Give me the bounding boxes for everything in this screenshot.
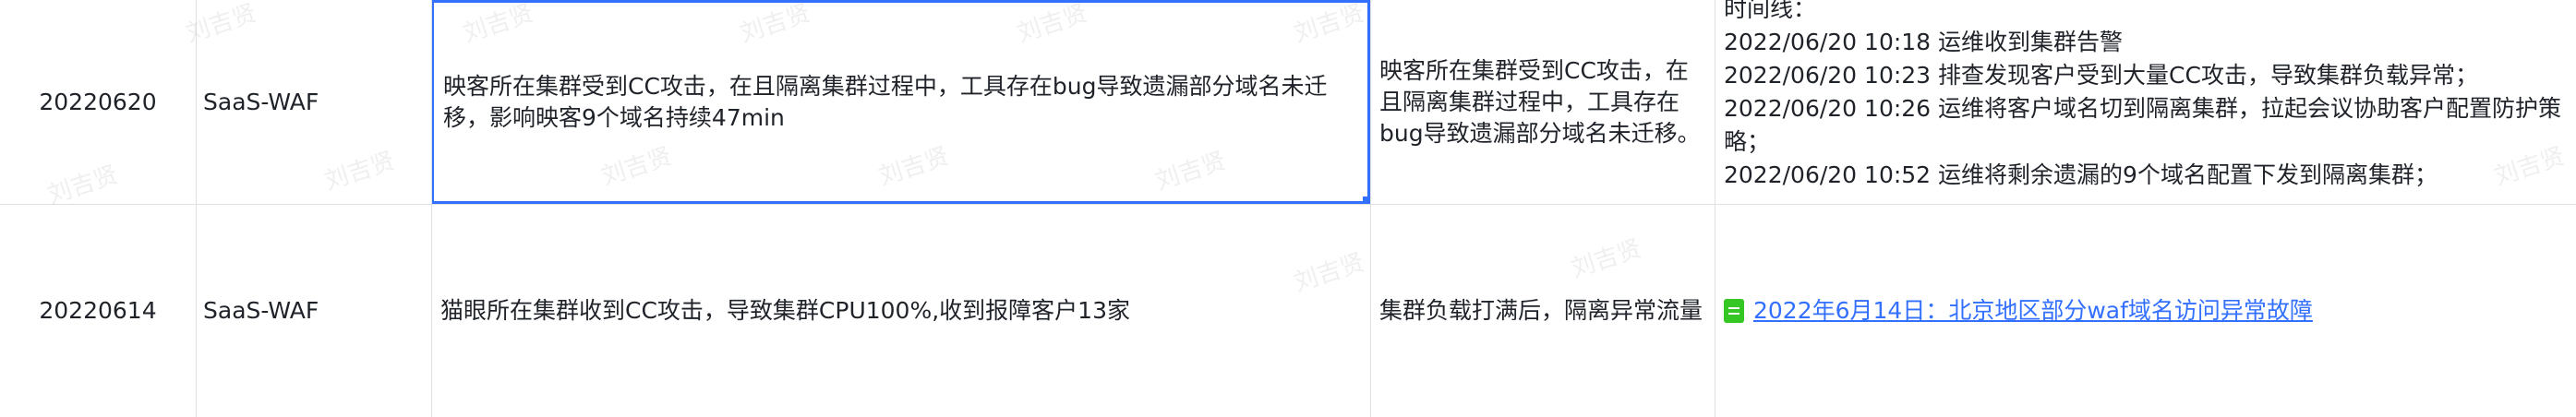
- date-text: 20220620: [39, 88, 157, 115]
- product-text: SaaS-WAF: [203, 296, 319, 324]
- description-text: 猫眼所在集群收到CC攻击，导致集群CPU100%,收到报障客户13家: [440, 296, 1130, 324]
- column-divider: [196, 0, 197, 417]
- table-row: 20220614 SaaS-WAF 猫眼所在集群收到CC攻击，导致集群CPU10…: [0, 204, 2576, 417]
- product-text: SaaS-WAF: [203, 88, 319, 115]
- timeline-cell[interactable]: 2022年6月14日：北京地区部分waf域名访问异常故障: [1715, 204, 2576, 417]
- product-cell[interactable]: SaaS-WAF: [196, 204, 431, 417]
- timeline-entry: 2022/06/20 10:23 排查发现客户受到大量CC攻击，导致集群负载异常…: [1724, 62, 2478, 89]
- timeline-heading: 时间线：: [1724, 0, 1817, 22]
- column-divider: [1370, 0, 1371, 417]
- timeline-entry: 2022/06/20 10:26 运维将客户域名切到隔离集群，拉起会议协助客户配…: [1724, 95, 2562, 155]
- table-row: 20220620 SaaS-WAF 映客所在集群受到CC攻击，在且隔离集群过程中…: [0, 0, 2576, 204]
- timeline-cell[interactable]: 时间线： 2022/06/20 10:18 运维收到集群告警 2022/06/2…: [1715, 0, 2576, 204]
- row-divider: [0, 204, 2576, 205]
- reason-text: 映客所在集群受到CC攻击，在且隔离集群过程中，工具存在bug导致遗漏部分域名未迁…: [1379, 56, 1701, 147]
- doc-link[interactable]: 2022年6月14日：北京地区部分waf域名访问异常故障: [1724, 295, 2313, 327]
- reason-cell[interactable]: 映客所在集群受到CC攻击，在且隔离集群过程中，工具存在bug导致遗漏部分域名未迁…: [1370, 0, 1715, 204]
- doc-link-text[interactable]: 2022年6月14日：北京地区部分waf域名访问异常故障: [1753, 295, 2313, 327]
- description-cell-selected[interactable]: 映客所在集群受到CC攻击，在且隔离集群过程中，工具存在bug导致遗漏部分域名未迁…: [431, 0, 1370, 204]
- column-divider: [431, 0, 432, 417]
- description-text: 映客所在集群受到CC攻击，在且隔离集群过程中，工具存在bug导致遗漏部分域名未迁…: [443, 72, 1328, 131]
- description-cell[interactable]: 猫眼所在集群收到CC攻击，导致集群CPU100%,收到报障客户13家: [431, 204, 1370, 417]
- timeline-entry: 2022/06/20 10:18 运维收到集群告警: [1724, 29, 2124, 55]
- sheet-doc-icon: [1724, 298, 1744, 323]
- date-cell[interactable]: 20220620: [0, 0, 196, 204]
- timeline-entry: 2022/06/20 10:52 运维将剩余遗漏的9个域名配置下发到隔离集群；: [1724, 161, 2438, 188]
- spreadsheet-grid: 20220620 SaaS-WAF 映客所在集群受到CC攻击，在且隔离集群过程中…: [0, 0, 2576, 417]
- date-text: 20220614: [39, 296, 157, 324]
- timeline-list: 时间线： 2022/06/20 10:18 运维收到集群告警 2022/06/2…: [1724, 0, 2567, 192]
- date-cell[interactable]: 20220614: [0, 204, 196, 417]
- product-cell[interactable]: SaaS-WAF: [196, 0, 431, 204]
- reason-cell[interactable]: 集群负载打满后，隔离异常流量: [1370, 204, 1715, 417]
- reason-text: 集群负载打满后，隔离异常流量: [1379, 296, 1703, 324]
- fill-handle[interactable]: [1361, 195, 1367, 201]
